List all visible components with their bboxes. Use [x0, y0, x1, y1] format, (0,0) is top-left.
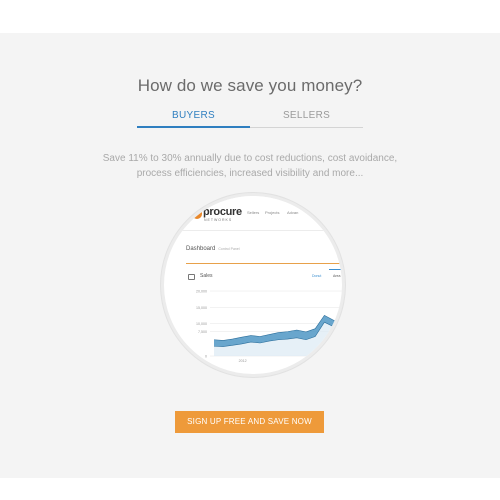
- y-tick-label: 7,500: [198, 330, 207, 334]
- tab-sellers[interactable]: SELLERS: [250, 106, 363, 128]
- section-headline: How do we save you money?: [137, 76, 363, 95]
- tab-buyers[interactable]: BUYERS: [137, 106, 250, 128]
- y-tick-label: 15,000: [196, 306, 207, 310]
- y-tick-label: 20,000: [196, 290, 207, 294]
- signup-cta-button[interactable]: SIGN UP FREE AND SAVE NOW: [175, 411, 324, 433]
- savings-description: Save 11% to 30% annually due to cost red…: [102, 153, 398, 179]
- sales-chart: 20,000 15,000 10,000 7,500 0 2012: [196, 290, 342, 363]
- x-tick-label: 2012: [239, 359, 247, 363]
- dashboard-preview: procure NETWORKS Sellers Projects Advan …: [161, 193, 345, 377]
- y-tick-label: 10,000: [196, 322, 207, 326]
- y-tick-label: 0: [205, 355, 207, 359]
- audience-tabs: BUYERS SELLERS: [137, 106, 363, 128]
